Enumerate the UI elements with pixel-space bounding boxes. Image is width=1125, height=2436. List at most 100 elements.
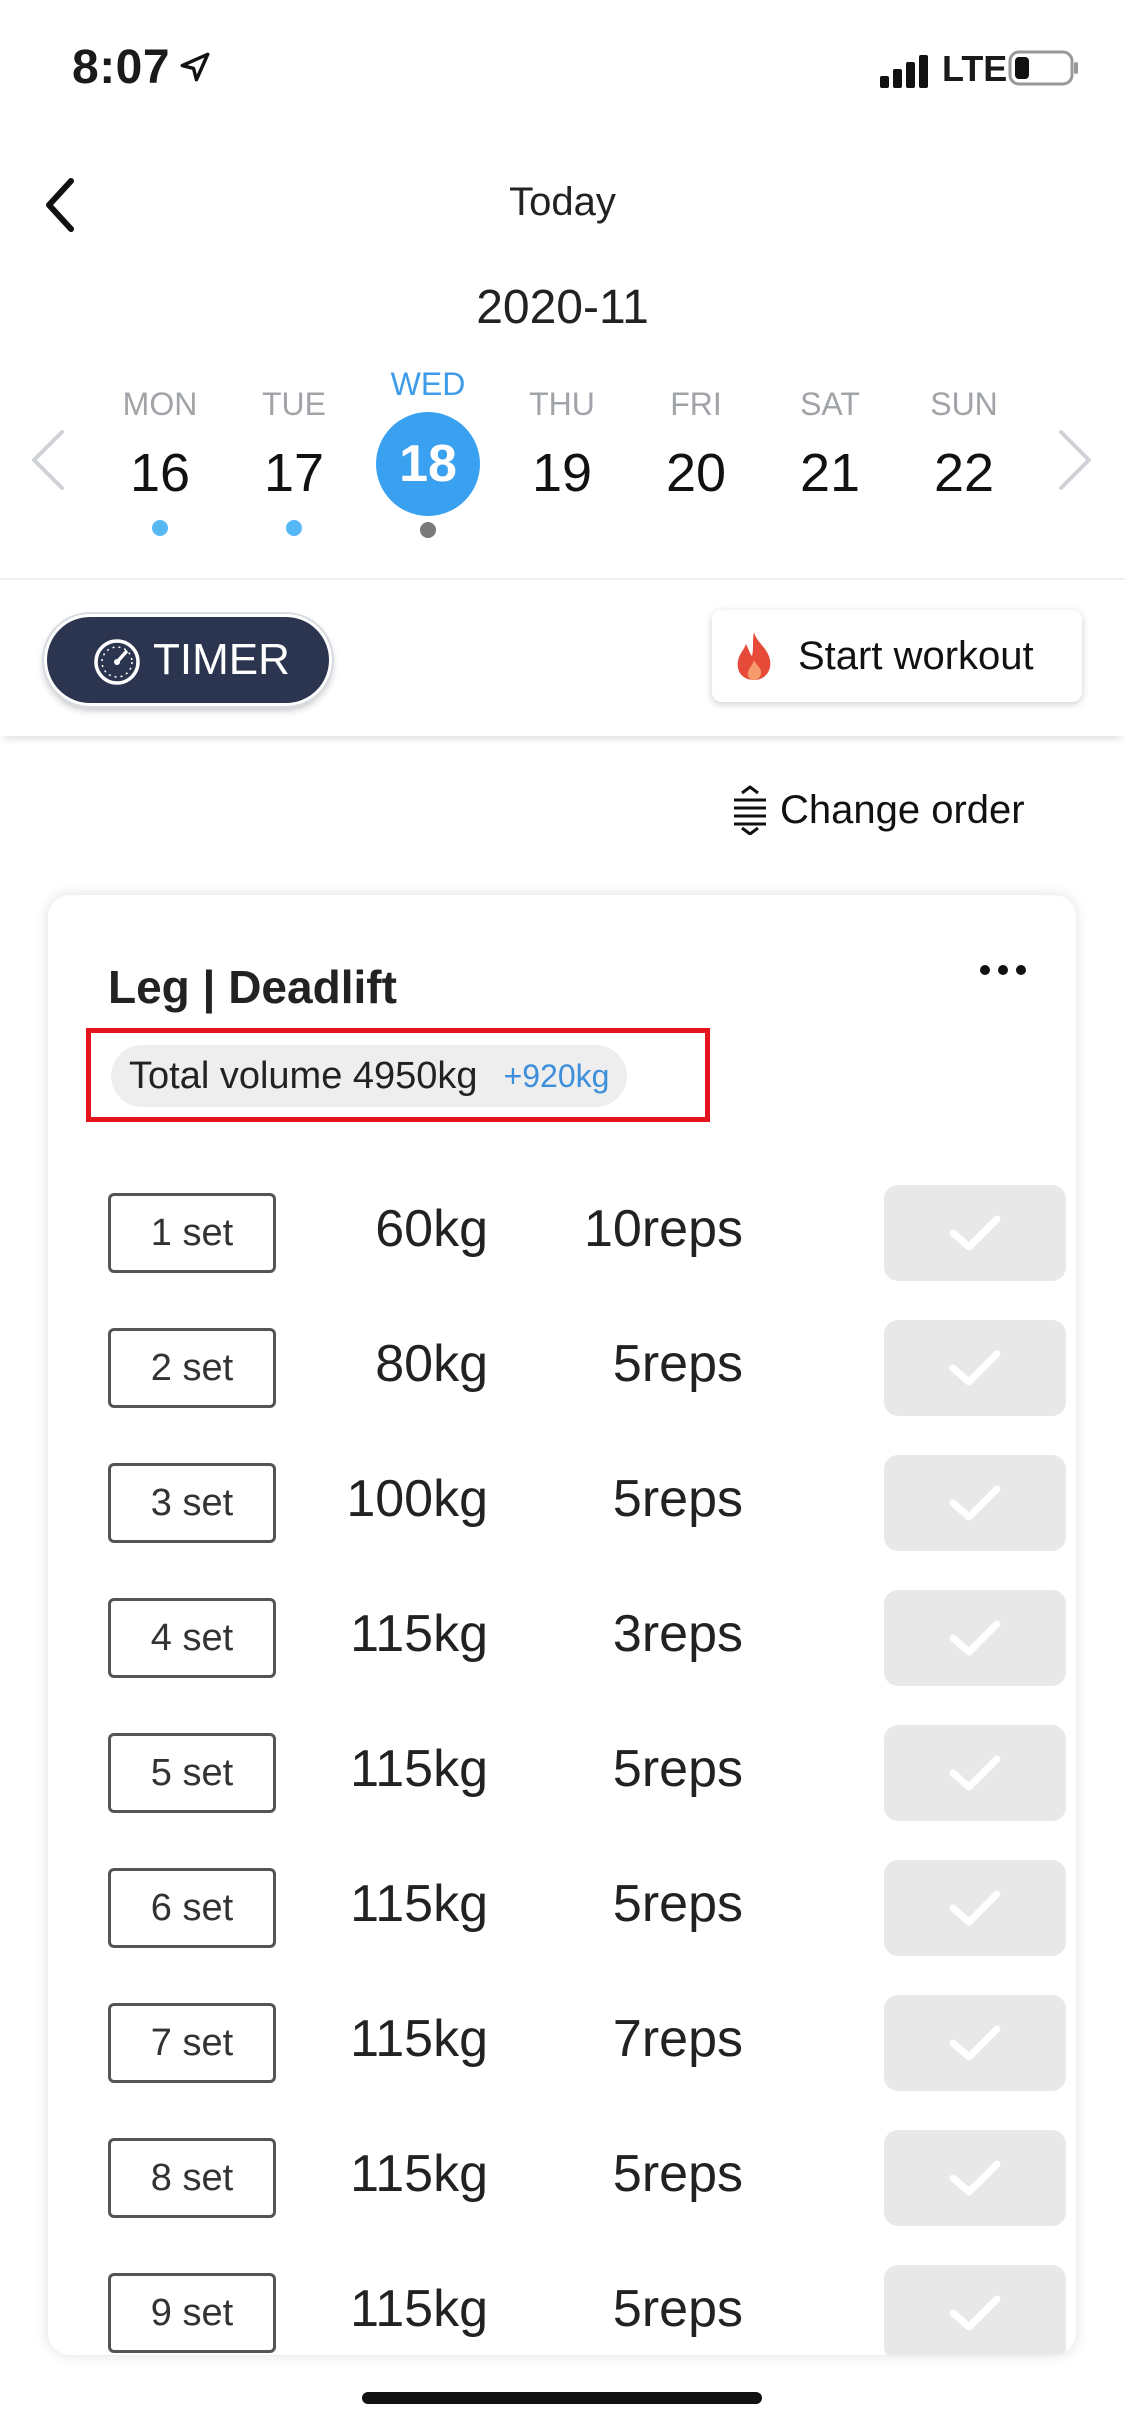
calendar-day[interactable]: THU 19 [502, 370, 622, 550]
day-number: 16 [129, 443, 191, 503]
exercise-title: Leg | Deadlift [108, 961, 397, 1013]
set-complete-button[interactable] [884, 1860, 1066, 1956]
set-number-button[interactable]: 6 set [108, 1868, 276, 1948]
checkmark-icon [949, 1755, 1001, 1791]
set-weight[interactable]: 115kg [350, 2009, 488, 2069]
set-reps[interactable]: 5reps [613, 1469, 743, 1529]
set-number-button[interactable]: 4 set [108, 1598, 276, 1678]
month-label: 2020-11 [476, 281, 649, 334]
set-number-button[interactable]: 8 set [108, 2138, 276, 2218]
set-complete-button[interactable] [884, 2130, 1066, 2226]
calendar-day-selected[interactable]: WED 18 [368, 366, 488, 550]
day-number: 20 [665, 443, 727, 503]
day-number: 18 [376, 412, 480, 516]
set-reps[interactable]: 5reps [613, 1739, 743, 1799]
page-title: Today [509, 180, 616, 224]
fire-icon [737, 632, 771, 680]
day-of-week: TUE [262, 386, 326, 422]
set-weight[interactable]: 115kg [350, 2279, 488, 2339]
set-reps[interactable]: 10reps [584, 1199, 743, 1259]
day-of-week: MON [122, 386, 198, 422]
set-complete-button[interactable] [884, 1455, 1066, 1551]
timer-button[interactable]: TIMER [42, 612, 334, 708]
checkmark-icon [949, 1215, 1001, 1251]
set-reps[interactable]: 5reps [613, 2144, 743, 2204]
set-weight[interactable]: 115kg [350, 2144, 488, 2204]
set-reps[interactable]: 5reps [613, 1334, 743, 1394]
set-reps[interactable]: 5reps [613, 1874, 743, 1934]
set-weight[interactable]: 60kg [375, 1199, 488, 1259]
home-indicator[interactable] [362, 2392, 762, 2404]
set-complete-button[interactable] [884, 2265, 1066, 2355]
set-row: 9 set 115kg 5reps [108, 2265, 1066, 2355]
timer-label: TIMER [153, 635, 290, 684]
total-volume-badge: Total volume 4950kg +920kg [111, 1045, 628, 1107]
checkmark-icon [949, 2160, 1001, 2196]
network-type: LTE [942, 48, 1008, 89]
set-complete-button[interactable] [884, 1320, 1066, 1416]
set-row: 6 set 115kg 5reps [108, 1860, 1066, 1956]
dot [998, 965, 1008, 975]
workout-dot [152, 520, 168, 536]
set-row: 2 set 80kg 5reps [108, 1320, 1066, 1416]
day-number: 19 [531, 443, 593, 503]
set-reps[interactable]: 3reps [613, 1604, 743, 1664]
set-weight[interactable]: 80kg [375, 1334, 488, 1394]
set-row: 8 set 115kg 5reps [108, 2130, 1066, 2226]
set-number-button[interactable]: 2 set [108, 1328, 276, 1408]
set-reps[interactable]: 7reps [613, 2009, 743, 2069]
prev-week-button[interactable] [18, 420, 78, 500]
chevron-right-icon [1059, 430, 1091, 490]
calendar-day[interactable]: SUN 22 [904, 370, 1024, 550]
exercise-card: Leg | Deadlift Total volume 4950kg +920k… [48, 895, 1076, 2355]
chevron-left-icon [32, 430, 64, 490]
volume-difference: +920kg [503, 1057, 610, 1094]
set-row: 1 set 60kg 10reps [108, 1185, 1066, 1281]
day-number: 22 [933, 443, 995, 503]
change-order-button[interactable]: Change order [730, 780, 1025, 840]
calendar-day[interactable]: MON 16 [100, 370, 220, 550]
workout-toolbar: TIMER Start workout [0, 578, 1125, 736]
set-weight[interactable]: 115kg [350, 1739, 488, 1799]
set-number-button[interactable]: 5 set [108, 1733, 276, 1813]
set-complete-button[interactable] [884, 1995, 1066, 2091]
set-row: 5 set 115kg 5reps [108, 1725, 1066, 1821]
checkmark-icon [949, 2295, 1001, 2331]
day-of-week: THU [529, 386, 595, 422]
stopwatch-icon [94, 639, 140, 685]
set-number-button[interactable]: 3 set [108, 1463, 276, 1543]
set-row: 7 set 115kg 7reps [108, 1995, 1066, 2091]
day-number: 21 [799, 443, 861, 503]
checkmark-icon [949, 2025, 1001, 2061]
next-week-button[interactable] [1045, 420, 1105, 500]
day-of-week: WED [390, 366, 466, 402]
set-weight[interactable]: 115kg [350, 1874, 488, 1934]
set-number-button[interactable]: 7 set [108, 2003, 276, 2083]
start-workout-button[interactable]: Start workout [712, 610, 1082, 702]
total-volume-text: Total volume 4950kg [129, 1054, 478, 1097]
set-complete-button[interactable] [884, 1725, 1066, 1821]
battery-icon [1008, 50, 1078, 86]
more-options-button[interactable] [968, 950, 1038, 990]
set-number-button[interactable]: 1 set [108, 1193, 276, 1273]
start-workout-label: Start workout [798, 633, 1034, 678]
set-reps[interactable]: 5reps [613, 2279, 743, 2339]
set-row: 4 set 115kg 3reps [108, 1590, 1066, 1686]
day-of-week: SAT [800, 386, 860, 422]
workout-dot [420, 522, 436, 538]
set-weight[interactable]: 100kg [346, 1469, 488, 1529]
set-complete-button[interactable] [884, 1590, 1066, 1686]
dot [1016, 965, 1026, 975]
set-weight[interactable]: 115kg [350, 1604, 488, 1664]
day-of-week: FRI [670, 386, 722, 422]
workout-dot [286, 520, 302, 536]
calendar-day[interactable]: FRI 20 [636, 370, 756, 550]
calendar-day[interactable]: SAT 21 [770, 370, 890, 550]
checkmark-icon [949, 1620, 1001, 1656]
dot [980, 965, 990, 975]
checkmark-icon [949, 1890, 1001, 1926]
day-of-week: SUN [930, 386, 998, 422]
calendar-day[interactable]: TUE 17 [234, 370, 354, 550]
set-complete-button[interactable] [884, 1185, 1066, 1281]
set-number-button[interactable]: 9 set [108, 2273, 276, 2353]
